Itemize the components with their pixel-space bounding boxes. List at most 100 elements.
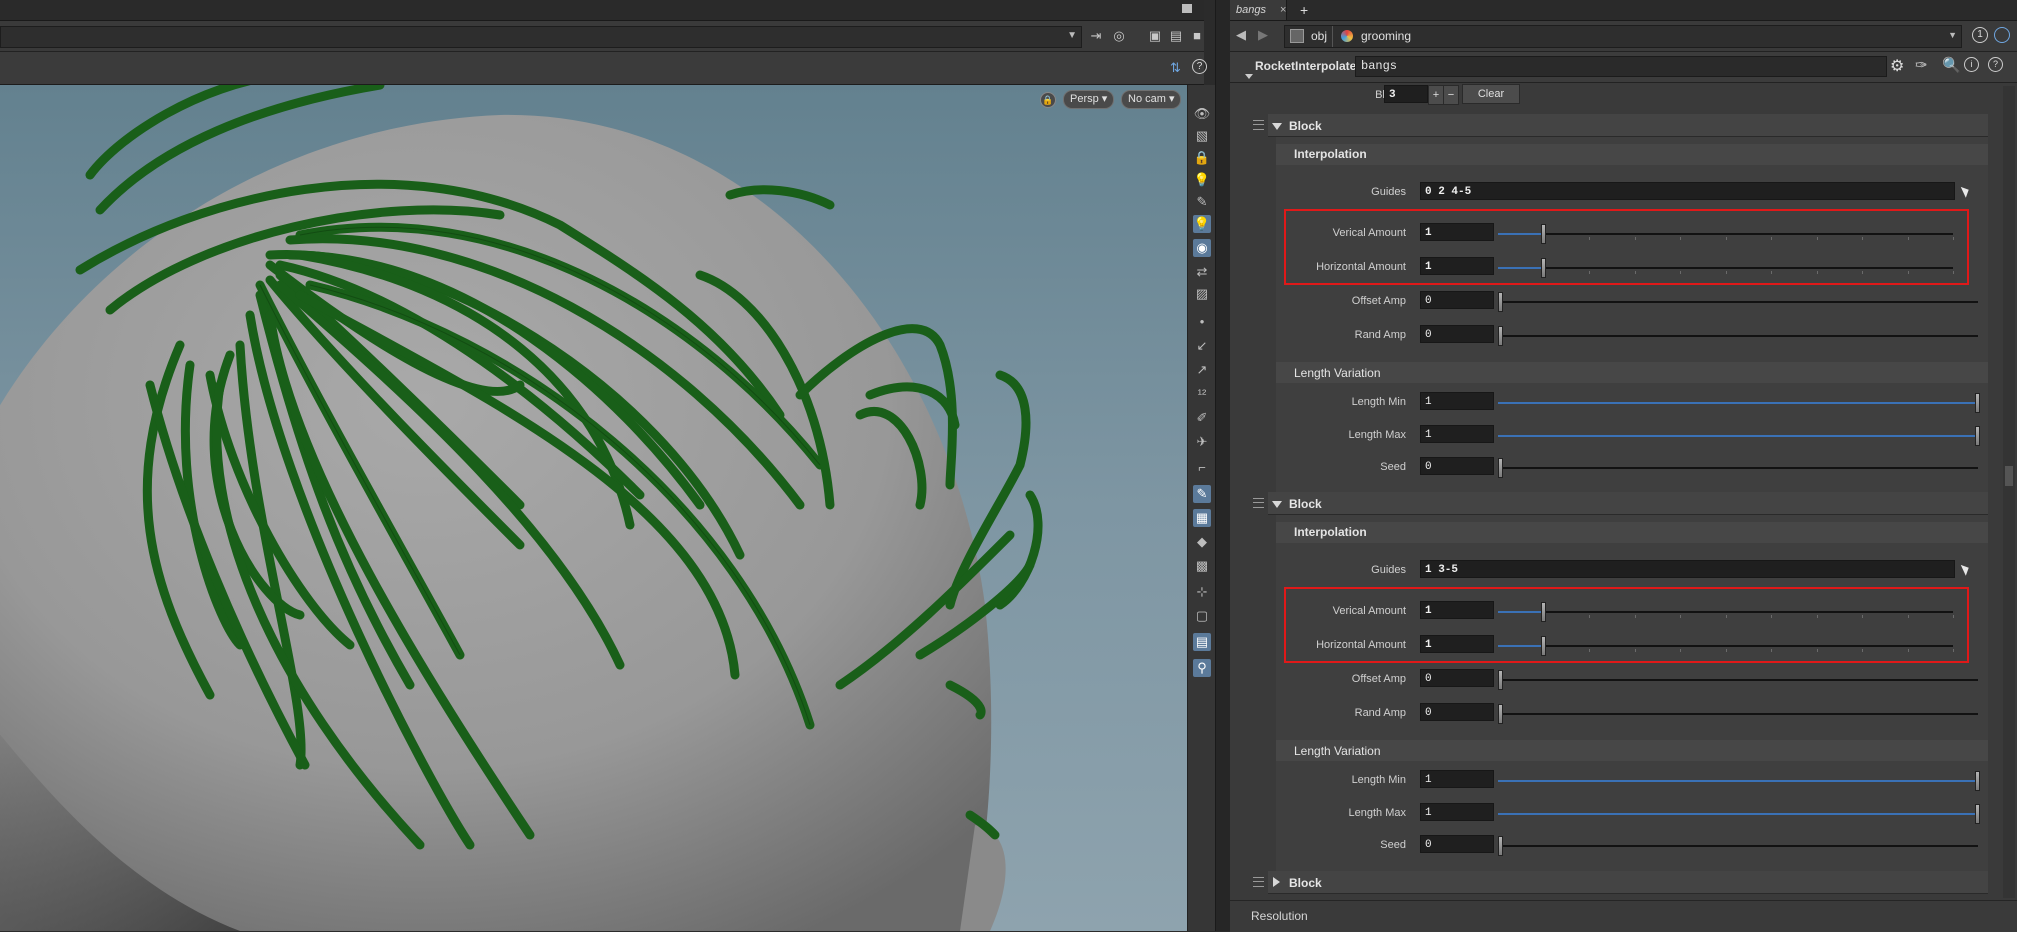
perspective-menu[interactable]: Persp ▾ xyxy=(1063,90,1115,109)
slider-handle[interactable] xyxy=(1541,602,1546,622)
horizontal-amount-field[interactable]: 1 xyxy=(1420,635,1494,653)
view-icon[interactable]: 👁 xyxy=(1193,105,1211,123)
expand-arrow-icon[interactable] xyxy=(1273,877,1280,887)
slider-handle[interactable] xyxy=(1498,836,1503,856)
gear-icon[interactable]: ⚙ xyxy=(1890,56,1904,76)
parameter-scrollbar[interactable] xyxy=(2003,86,2015,898)
forward-arrow-icon[interactable]: ▶ xyxy=(1258,27,1268,43)
display-options-icon[interactable]: ⇅ xyxy=(1170,60,1181,76)
corner-icon[interactable]: ⌐ xyxy=(1193,459,1211,477)
add-block-button[interactable]: + xyxy=(1428,85,1444,105)
lock-icon[interactable]: 🔒 xyxy=(1040,92,1056,108)
seed-slider[interactable] xyxy=(1498,458,1978,478)
vertical-amount-slider[interactable] xyxy=(1498,602,1954,622)
vertical-amount-field[interactable]: 1 xyxy=(1420,223,1494,241)
slider-handle[interactable] xyxy=(1541,258,1546,278)
chevron-down-icon[interactable]: ▼ xyxy=(1067,30,1077,41)
maximize-icon[interactable]: ■ xyxy=(1188,27,1206,45)
geometry-icon[interactable]: ◆ xyxy=(1193,533,1211,551)
background-icon[interactable]: ▤ xyxy=(1193,633,1211,651)
slider-track[interactable] xyxy=(1498,467,1978,469)
pane-divider[interactable] xyxy=(1215,0,1231,931)
uv-icon[interactable]: ▦ xyxy=(1193,509,1211,527)
normal-icon[interactable]: ↙ xyxy=(1193,337,1211,355)
snap-icon[interactable]: ▧ xyxy=(1193,127,1211,145)
offset-amp-field[interactable]: 0 xyxy=(1420,291,1494,309)
tab-bangs[interactable]: bangs × xyxy=(1230,0,1287,20)
grid-icon[interactable]: ▩ xyxy=(1193,557,1211,575)
node-name-field[interactable]: bangs xyxy=(1355,56,1887,77)
length-min-field[interactable]: 1 xyxy=(1420,392,1494,410)
vertical-amount-slider[interactable] xyxy=(1498,224,1954,244)
wrench-icon[interactable]: ✑ xyxy=(1915,56,1928,74)
block-drag-handle[interactable] xyxy=(1253,877,1264,887)
camera-icon[interactable]: ▤ xyxy=(1167,27,1185,45)
offset-amp-slider[interactable] xyxy=(1498,670,1978,690)
camera-menu[interactable]: No cam ▾ xyxy=(1121,90,1182,109)
rand-amp-slider[interactable] xyxy=(1498,326,1978,346)
numbers-icon[interactable]: ¹² xyxy=(1193,385,1211,403)
horizontal-amount-slider[interactable] xyxy=(1498,258,1954,278)
pin-icon[interactable]: ⇥ xyxy=(1087,27,1105,45)
link-icon[interactable] xyxy=(1994,27,2010,43)
rand-amp-slider[interactable] xyxy=(1498,704,1978,724)
seed-field[interactable]: 0 xyxy=(1420,835,1494,853)
length-max-slider[interactable] xyxy=(1498,426,1980,446)
length-max-slider[interactable] xyxy=(1498,804,1980,824)
slider-handle[interactable] xyxy=(1541,224,1546,244)
light-bulb-icon[interactable]: 💡 xyxy=(1193,215,1211,233)
collapse-arrow-icon[interactable] xyxy=(1272,123,1282,130)
light-icon[interactable]: 💡 xyxy=(1193,171,1211,189)
block-2-header[interactable] xyxy=(1268,492,1988,515)
collapse-arrow-icon[interactable] xyxy=(1272,501,1282,508)
block-1-header[interactable] xyxy=(1268,114,1988,137)
slider-handle[interactable] xyxy=(1541,636,1546,656)
slider-handle[interactable] xyxy=(1975,426,1980,446)
length-min-field[interactable]: 1 xyxy=(1420,770,1494,788)
scrollbar-thumb[interactable] xyxy=(2005,466,2013,486)
vector-icon[interactable]: ↗ xyxy=(1193,361,1211,379)
path-root[interactable]: obj xyxy=(1311,29,1327,43)
info-icon[interactable]: i xyxy=(1964,57,1979,72)
node-type-arrow-icon[interactable] xyxy=(1245,74,1253,79)
help-icon[interactable]: ? xyxy=(1988,57,2003,72)
vertical-amount-field[interactable]: 1 xyxy=(1420,601,1494,619)
block-drag-handle[interactable] xyxy=(1253,120,1264,130)
remove-block-button[interactable]: − xyxy=(1443,85,1459,105)
spray-icon[interactable]: ✈ xyxy=(1193,433,1211,451)
comb-icon[interactable]: ✎ xyxy=(1193,485,1211,503)
pane-menu-icon[interactable] xyxy=(1182,4,1192,13)
offset-amp-field[interactable]: 0 xyxy=(1420,669,1494,687)
slider-handle[interactable] xyxy=(1498,326,1503,346)
slider-handle[interactable] xyxy=(1975,393,1980,413)
slider-track[interactable] xyxy=(1498,335,1978,337)
slider-track[interactable] xyxy=(1498,233,1953,235)
block-3-header[interactable] xyxy=(1268,871,1988,894)
length-max-field[interactable]: 1 xyxy=(1420,425,1494,443)
slider-handle[interactable] xyxy=(1975,771,1980,791)
help-icon[interactable]: ? xyxy=(1192,59,1207,74)
length-min-slider[interactable] xyxy=(1498,771,1980,791)
guides-field[interactable]: 0 2 4-5 xyxy=(1420,182,1955,200)
template-icon[interactable]: ⇄ xyxy=(1193,263,1211,281)
shading-icon[interactable]: ◉ xyxy=(1193,239,1211,257)
search-icon[interactable]: 🔍 xyxy=(1942,56,1961,74)
brush-icon[interactable]: ✎ xyxy=(1193,193,1211,211)
slider-track[interactable] xyxy=(1498,301,1978,303)
viewport-path-field[interactable]: ▼ xyxy=(0,26,1082,48)
frame-icon[interactable]: ▢ xyxy=(1193,607,1211,625)
resolution-section-header[interactable]: Resolution xyxy=(1230,900,2017,932)
pin-icon[interactable]: ⚲ xyxy=(1193,659,1211,677)
block-count-field[interactable]: 3 xyxy=(1384,85,1428,103)
slider-track[interactable] xyxy=(1498,611,1953,613)
slider-handle[interactable] xyxy=(1498,292,1503,312)
joint-icon[interactable]: ⊹ xyxy=(1193,583,1211,601)
3d-viewport[interactable] xyxy=(0,85,1188,931)
horizontal-amount-field[interactable]: 1 xyxy=(1420,257,1494,275)
render-icon[interactable]: ▨ xyxy=(1193,285,1211,303)
slider-track[interactable] xyxy=(1498,845,1978,847)
slider-handle[interactable] xyxy=(1498,704,1503,724)
plus-icon[interactable]: + xyxy=(1300,0,1308,20)
layout-icon[interactable]: ▣ xyxy=(1146,27,1164,45)
lock-icon[interactable]: 🔒 xyxy=(1193,149,1211,167)
